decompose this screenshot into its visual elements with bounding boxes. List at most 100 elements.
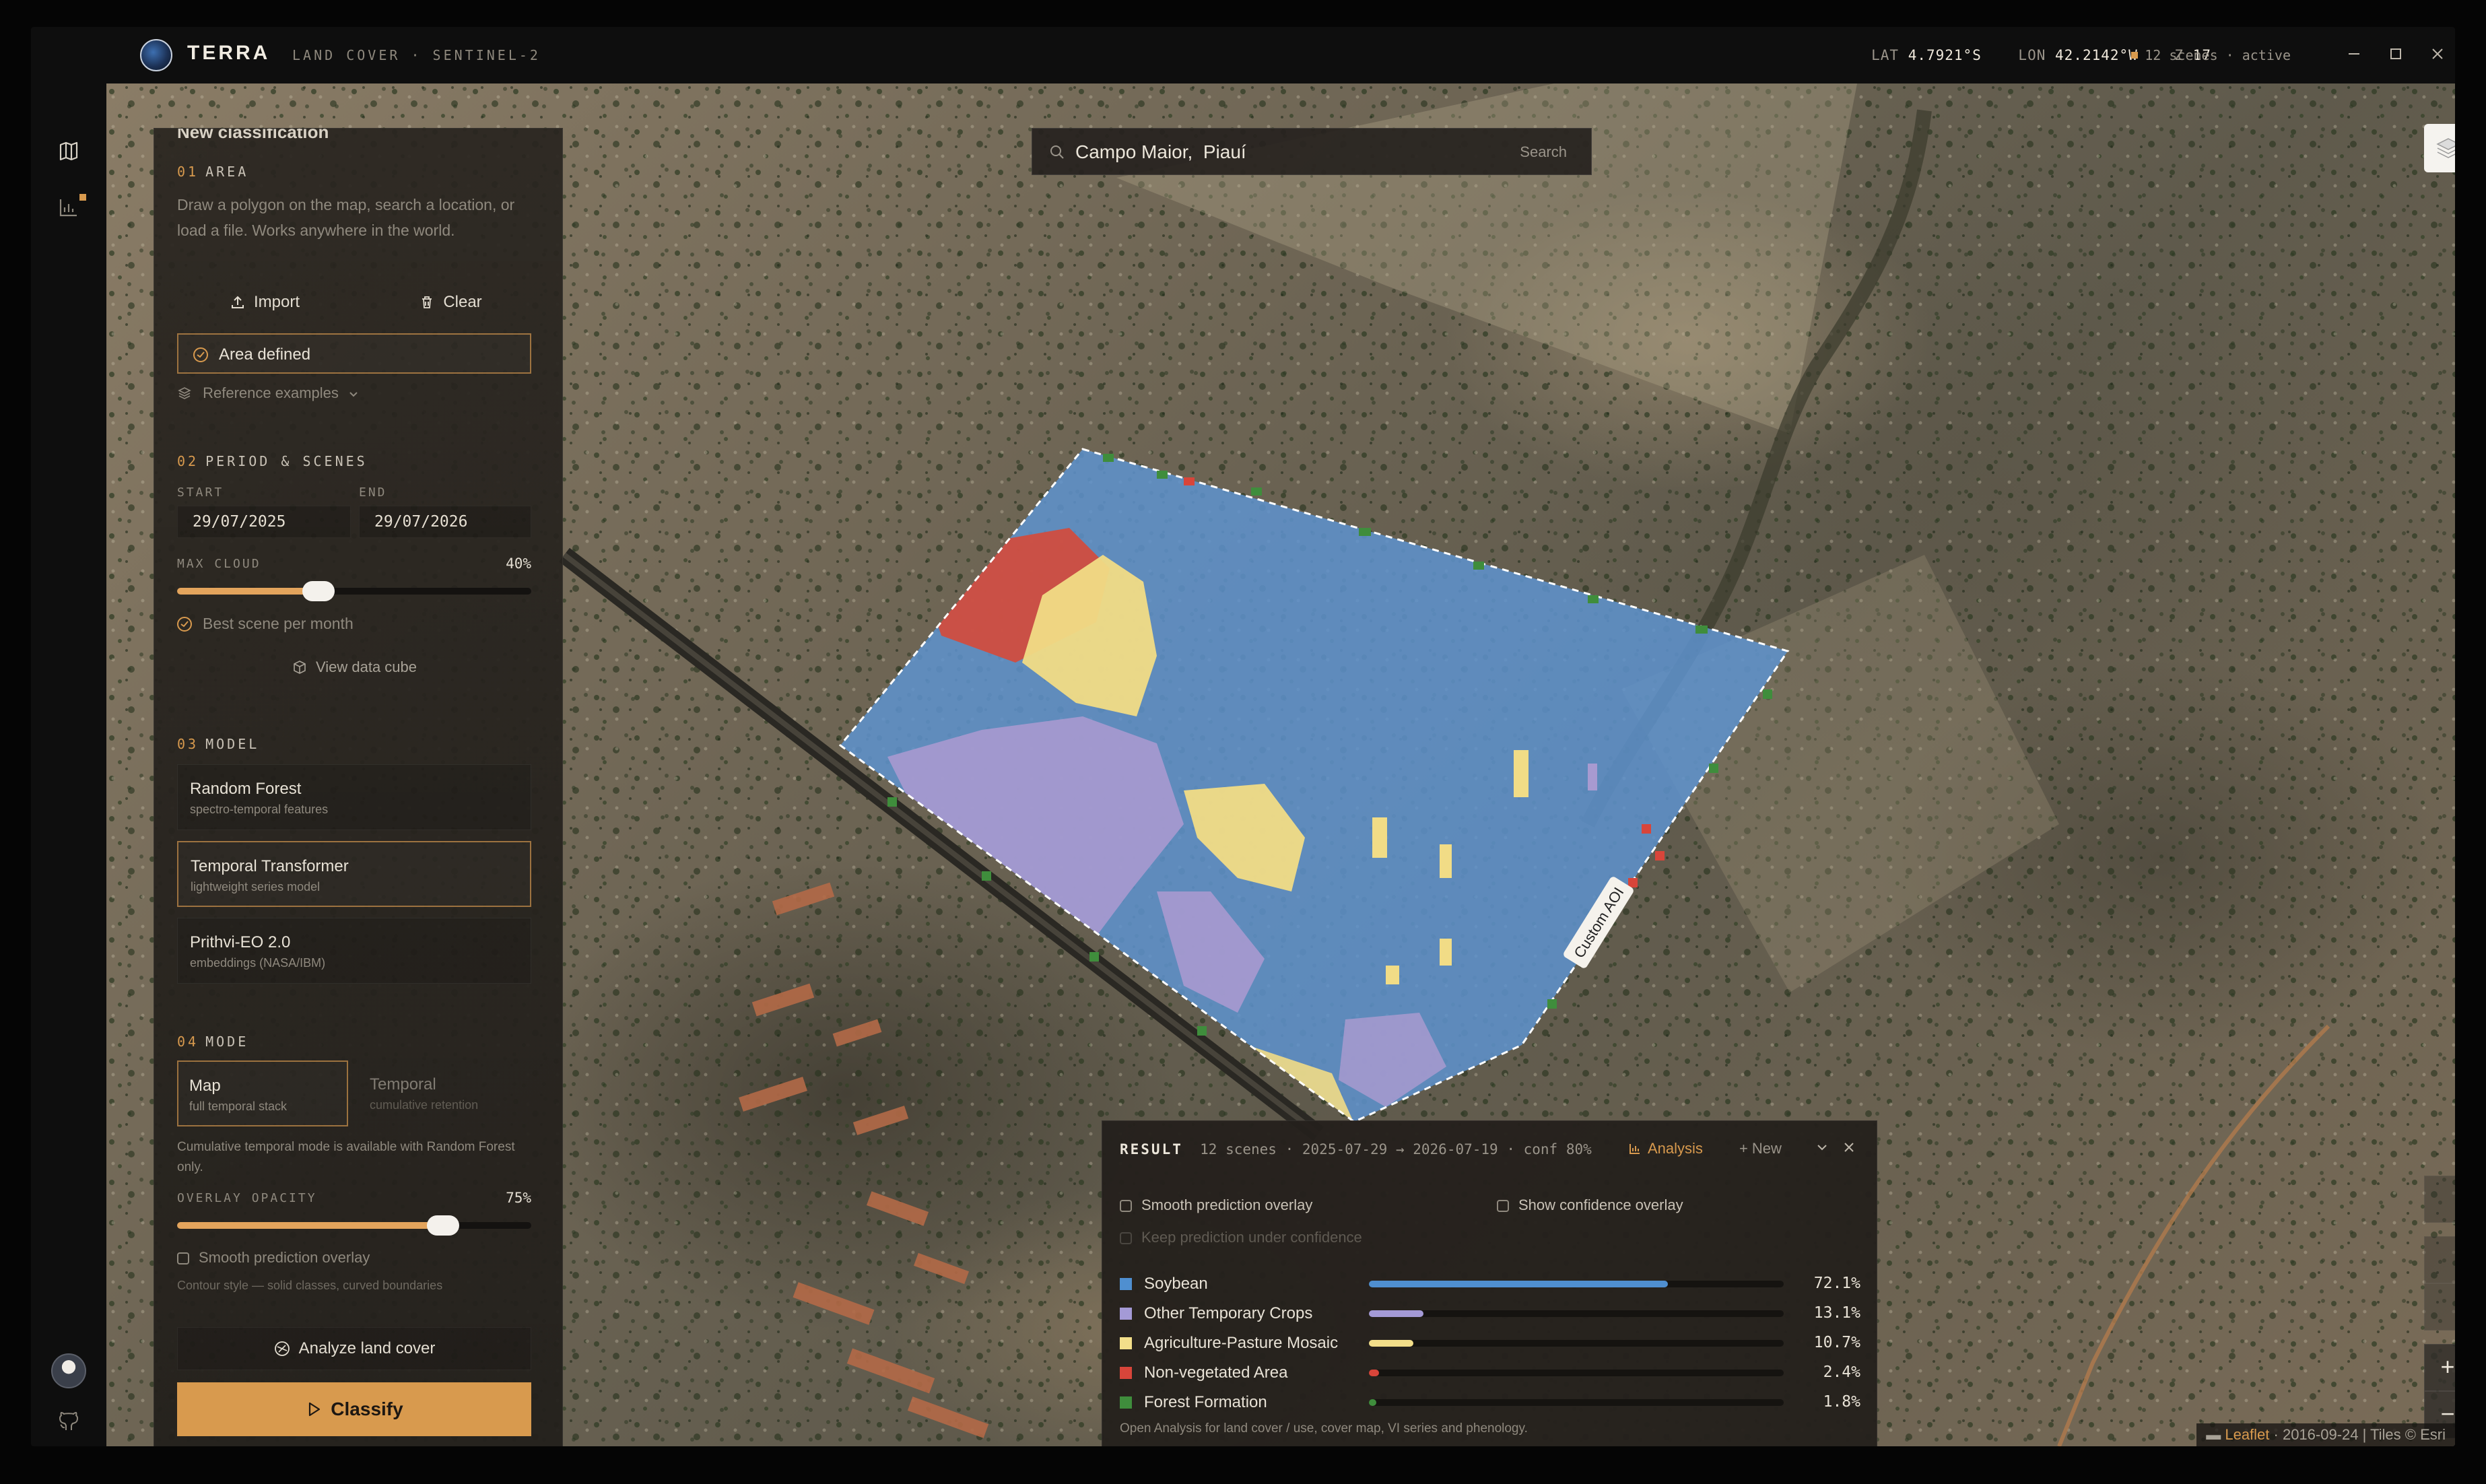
smooth-overlay-option[interactable]: Smooth prediction overlay — [177, 1249, 370, 1267]
model-option-desc: lightweight series model — [191, 880, 321, 893]
collapse-result-button[interactable] — [1815, 1140, 1829, 1158]
overlay-opacity-slider[interactable] — [177, 1215, 531, 1236]
github-link[interactable] — [55, 1407, 82, 1434]
leaflet-link[interactable]: Leaflet — [2225, 1426, 2269, 1443]
lat-value: 4.7921°S — [1908, 47, 1982, 63]
overlay-opacity-slider-thumb[interactable] — [426, 1215, 459, 1236]
clear-button[interactable]: Clear — [363, 285, 538, 320]
plus-icon: + — [1739, 1140, 1748, 1157]
mode-option-temporal[interactable]: Temporal cumulative retention — [359, 1060, 531, 1126]
bar-chart-icon — [59, 199, 77, 217]
map-tool-3[interactable] — [2424, 1283, 2455, 1330]
result-smooth-option[interactable]: Smooth prediction overlay — [1120, 1196, 1312, 1214]
max-cloud-slider-fill — [177, 588, 319, 595]
keep-prediction-option[interactable]: Keep prediction under confidence — [1120, 1229, 1362, 1246]
checkbox-icon[interactable] — [1120, 1200, 1132, 1212]
import-button[interactable]: Import — [177, 285, 352, 320]
start-date-input[interactable]: 29/07/2025 — [177, 506, 351, 538]
minimize-button[interactable] — [2341, 42, 2367, 69]
close-result-button[interactable] — [1842, 1140, 1856, 1158]
new-result-button[interactable]: + New — [1739, 1140, 1782, 1157]
github-icon — [59, 1411, 79, 1430]
new-result-label: New — [1751, 1140, 1782, 1157]
class-swatch — [1120, 1367, 1132, 1379]
classify-button[interactable]: Classify — [177, 1382, 531, 1436]
class-row: Agriculture-Pasture Mosaic 10.7% — [1120, 1330, 1860, 1357]
panel-header: New classification — [177, 128, 329, 142]
analyze-land-cover-button[interactable]: Analyze land cover — [177, 1327, 531, 1370]
class-bar-fill — [1369, 1399, 1377, 1406]
layers-control[interactable] — [2424, 124, 2455, 172]
confidence-overlay-option[interactable]: Show confidence overlay — [1497, 1196, 1683, 1214]
area-status-text: Area defined — [219, 345, 311, 364]
reference-examples-toggle[interactable]: Reference examples — [177, 384, 359, 402]
class-bar-fill — [1369, 1281, 1669, 1287]
analysis-button[interactable]: Analysis — [1627, 1140, 1703, 1157]
area-status-box: Area defined — [177, 333, 531, 374]
maximize-button[interactable] — [2382, 42, 2409, 69]
class-name: Non-vegetated Area — [1144, 1363, 1288, 1382]
class-row: Soybean 72.1% — [1120, 1271, 1860, 1297]
view-data-cube-button[interactable]: View data cube — [177, 650, 531, 685]
model-option-random-forest[interactable]: Random Forest spectro-temporal features — [177, 764, 531, 830]
class-percent: 2.4% — [1823, 1363, 1860, 1381]
lon-value: 42.2142°W — [2055, 47, 2138, 63]
checkbox-icon[interactable] — [177, 1252, 189, 1264]
period-section-title: PERIOD & SCENES — [205, 453, 368, 469]
keep-prediction-label: Keep prediction under confidence — [1141, 1229, 1362, 1246]
terra-logo-icon — [140, 39, 172, 71]
analysis-label: Analysis — [1648, 1140, 1703, 1157]
app-brand: TERRA — [187, 42, 271, 64]
model-section-number: 03 — [177, 736, 199, 752]
model-option-prithvi[interactable]: Prithvi-EO 2.0 embeddings (NASA/IBM) — [177, 918, 531, 984]
user-avatar[interactable] — [51, 1353, 86, 1388]
mode-option-map[interactable]: Map full temporal stack — [177, 1060, 348, 1126]
import-label: Import — [253, 293, 300, 311]
app-window: TERRA LAND COVER · SENTINEL-2 LAT 4.7921… — [31, 27, 2455, 1446]
reference-examples-label: Reference examples — [203, 384, 339, 401]
zoom-in-button[interactable]: + — [2424, 1344, 2455, 1391]
checkbox-icon[interactable] — [1120, 1232, 1132, 1244]
model-option-name: Prithvi-EO 2.0 — [190, 933, 291, 951]
result-header: RESULT 12 scenes · 2025-07-29 → 2026-07-… — [1120, 1141, 1592, 1157]
map-tool-2[interactable] — [2424, 1236, 2455, 1283]
map-tool-1[interactable] — [2424, 1176, 2455, 1223]
maximize-icon — [2390, 48, 2401, 59]
map-nav-button[interactable] — [55, 137, 82, 164]
class-swatch — [1120, 1278, 1132, 1290]
class-percent: 10.7% — [1813, 1334, 1860, 1351]
class-row: Other Temporary Crops 13.1% — [1120, 1300, 1860, 1327]
mode-option-name: Temporal — [370, 1075, 436, 1093]
map-icon — [59, 141, 78, 161]
max-cloud-label: MAX CLOUD — [177, 557, 261, 571]
trash-icon — [422, 296, 432, 308]
bar-chart-icon — [1630, 1144, 1640, 1154]
play-icon — [309, 1402, 321, 1417]
end-date-input[interactable]: 29/07/2026 — [359, 506, 531, 538]
analyze-icon — [274, 1341, 290, 1356]
chevron-down-icon — [349, 392, 358, 397]
class-bar-fill — [1369, 1310, 1423, 1317]
status-dot-icon — [2131, 52, 2139, 59]
classify-label: Classify — [331, 1398, 403, 1419]
class-percent: 13.1% — [1813, 1304, 1860, 1322]
search-button[interactable]: Search — [1520, 143, 1567, 161]
analytics-nav-button[interactable] — [55, 194, 82, 221]
max-cloud-slider[interactable] — [177, 581, 531, 601]
close-window-button[interactable] — [2424, 42, 2451, 69]
best-scene-option[interactable]: Best scene per month — [177, 615, 354, 633]
model-option-name: Temporal Transformer — [191, 857, 349, 875]
location-search: Search — [1032, 128, 1592, 175]
app-subtitle: LAND COVER · SENTINEL-2 — [292, 47, 541, 63]
overlay-opacity-value: 75% — [506, 1190, 531, 1206]
class-name: Other Temporary Crops — [1144, 1304, 1313, 1322]
model-option-temporal-transformer[interactable]: Temporal Transformer lightweight series … — [177, 841, 531, 907]
result-confidence: conf 80% — [1523, 1141, 1592, 1157]
area-help-text: Draw a polygon on the map, search a loca… — [177, 196, 515, 239]
result-title: RESULT — [1120, 1141, 1183, 1157]
mode-section-label: 04 MODE — [177, 1034, 248, 1050]
max-cloud-slider-thumb[interactable] — [302, 581, 335, 601]
search-input[interactable] — [1074, 138, 1481, 166]
class-bar — [1369, 1370, 1784, 1376]
checkbox-icon[interactable] — [1497, 1200, 1509, 1212]
